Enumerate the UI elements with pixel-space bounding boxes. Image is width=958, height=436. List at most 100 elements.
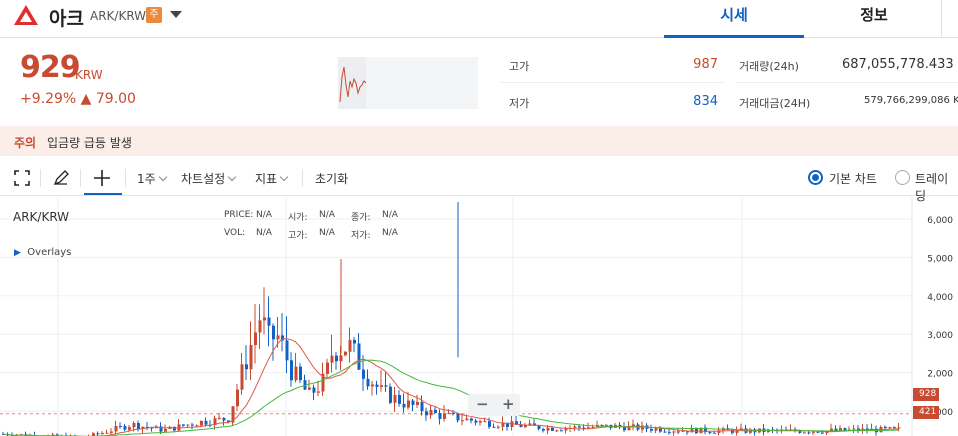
- indicators-select[interactable]: 지표: [255, 170, 289, 187]
- divider: [500, 82, 725, 83]
- zoom-out-button[interactable]: −: [476, 395, 489, 413]
- coin-name[interactable]: 아크: [49, 4, 84, 31]
- candle-body: [249, 344, 253, 370]
- candle-body: [672, 431, 676, 433]
- divider: [941, 0, 942, 38]
- candle-body: [240, 364, 244, 390]
- mini-chart: [338, 57, 478, 109]
- candle-body: [578, 426, 581, 428]
- candle-body: [452, 413, 455, 415]
- candle-body: [821, 432, 824, 434]
- candle-body: [893, 427, 896, 429]
- triangle-right-icon: ▶: [14, 248, 21, 258]
- candle-body: [816, 431, 820, 433]
- candle-body: [353, 339, 356, 344]
- candle-body: [852, 428, 856, 430]
- candle-body: [317, 391, 320, 393]
- candle-body: [398, 394, 401, 404]
- candle-body: [839, 428, 842, 431]
- candle-body: [105, 432, 109, 434]
- candle-body: [335, 355, 338, 362]
- candle-body: [465, 418, 469, 421]
- candle-body: [326, 362, 329, 374]
- pencil-icon[interactable]: [51, 168, 71, 188]
- y-tick-label: 2,000: [927, 370, 953, 380]
- candle-body: [798, 431, 802, 433]
- candle-body: [308, 387, 311, 390]
- candle-body: [812, 431, 815, 433]
- divider: [80, 169, 81, 187]
- divider: [302, 169, 303, 187]
- candle-body: [195, 425, 199, 427]
- candle-body: [483, 421, 487, 423]
- low-value-chart: N/A: [382, 228, 398, 238]
- zoom-control: − +: [468, 394, 520, 416]
- candle-body: [267, 317, 271, 326]
- candle-body: [393, 394, 397, 403]
- vol-value: N/A: [256, 228, 272, 238]
- chart-settings-select[interactable]: 차트설정: [181, 170, 237, 187]
- y-tick-label: 5,000: [927, 254, 953, 264]
- candle-body: [402, 403, 406, 408]
- caution-badge: 주: [146, 7, 162, 23]
- crosshair-icon[interactable]: [92, 168, 112, 188]
- candle-body: [119, 426, 122, 428]
- candle-body: [272, 325, 275, 340]
- candle-body: [375, 384, 379, 387]
- divider: [40, 169, 41, 187]
- tab-info[interactable]: 정보: [804, 0, 944, 38]
- candle-body: [371, 384, 374, 387]
- mini-chart-line: [338, 57, 367, 109]
- candle-body: [344, 351, 347, 356]
- candle-body: [236, 389, 239, 407]
- high-value: 987: [693, 57, 718, 72]
- y-tick-label: 4,000: [927, 293, 953, 303]
- divider: [736, 82, 958, 83]
- period-select[interactable]: 1주: [137, 170, 167, 187]
- candle-body: [416, 401, 419, 405]
- basic-chart-label[interactable]: 기본 차트: [829, 170, 877, 187]
- y-tick-label: 6,000: [927, 216, 953, 226]
- candle-body: [204, 420, 208, 425]
- candle-body: [488, 421, 491, 427]
- candle-body: [632, 424, 635, 426]
- notice-label: 주의: [14, 136, 37, 150]
- candle-body: [96, 433, 100, 435]
- overlays-toggle[interactable]: ▶ Overlays: [14, 247, 71, 258]
- candle-body: [654, 428, 658, 431]
- candle-body: [425, 411, 428, 416]
- basic-chart-radio[interactable]: [808, 170, 823, 185]
- candle-body: [663, 431, 667, 433]
- low-price-tag: 421: [913, 406, 940, 419]
- low-value: 834: [693, 94, 718, 109]
- close-label: 종가:: [351, 213, 371, 223]
- candle-body: [110, 431, 113, 433]
- candle-body: [677, 431, 680, 433]
- reset-button[interactable]: 초기화: [315, 170, 348, 187]
- price-unit: KRW: [75, 68, 103, 82]
- zoom-in-button[interactable]: +: [502, 395, 515, 413]
- candle-body: [807, 432, 811, 434]
- price-label: PRICE:: [224, 210, 254, 220]
- candle-body: [173, 426, 176, 431]
- candle-body: [497, 426, 500, 428]
- fullscreen-icon[interactable]: [12, 168, 32, 188]
- volume-value: 687,055,778.433 A: [842, 57, 958, 72]
- candle-body: [137, 423, 140, 430]
- y-tick-label: 3,000: [927, 331, 953, 341]
- candle-body: [605, 424, 608, 426]
- divider: [125, 169, 126, 187]
- low-label: 저가: [509, 97, 530, 110]
- candle-body: [713, 432, 716, 434]
- candle-body: [164, 428, 167, 432]
- candle-body: [114, 426, 118, 432]
- coin-dropdown-icon[interactable]: [170, 11, 182, 18]
- tab-quote[interactable]: 시세: [664, 0, 804, 38]
- candle-body: [182, 424, 185, 426]
- candle-body: [258, 320, 262, 333]
- candle-body: [101, 432, 104, 434]
- tradingview-radio[interactable]: [895, 170, 910, 185]
- candle-body: [330, 355, 334, 363]
- candle-body: [884, 426, 887, 429]
- open-label: 시가:: [288, 213, 308, 223]
